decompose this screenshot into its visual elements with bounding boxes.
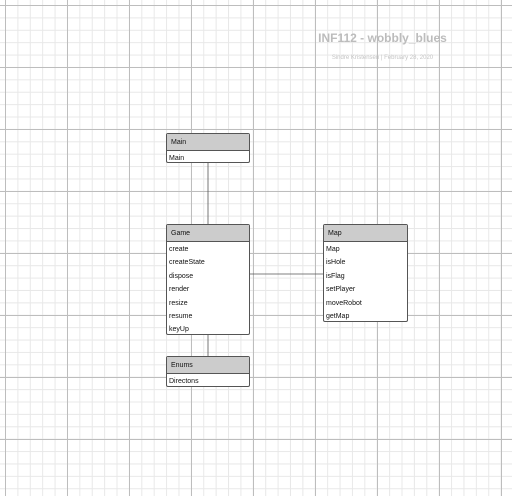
class-map[interactable]: Map Map isHole isFlag setPlayer moveRobo… (323, 224, 408, 322)
class-map-members: Map isHole isFlag setPlayer moveRobot ge… (324, 242, 407, 323)
class-member: Directons (169, 378, 199, 385)
class-member: render (169, 286, 190, 294)
class-member: getMap (326, 312, 350, 320)
class-member: dispose (169, 272, 194, 280)
class-enums[interactable]: Enums Directons (166, 356, 250, 387)
class-map-name: Map (324, 225, 407, 242)
class-main-name: Main (167, 134, 249, 151)
class-enums-name: Enums (167, 357, 249, 374)
class-game[interactable]: Game create createState dispose render r… (166, 224, 250, 335)
class-game-members: create createState dispose render resize… (167, 242, 249, 337)
class-member: resize (169, 299, 188, 307)
class-member: createState (169, 259, 205, 267)
connector-layer (207, 163, 324, 357)
class-member: keyUp (169, 326, 189, 334)
class-main[interactable]: Main Main (166, 133, 250, 163)
diagram-canvas[interactable]: INF112 - wobbly_blues Sindre Kristensen … (0, 0, 512, 496)
class-member: isFlag (326, 272, 345, 280)
class-main-members: Main (167, 151, 249, 165)
class-game-name: Game (167, 225, 249, 242)
class-member: Map (326, 246, 340, 253)
class-member: moveRobot (326, 299, 362, 307)
class-enums-members: Directons (167, 374, 249, 388)
class-member: setPlayer (326, 286, 356, 294)
class-member: Main (169, 155, 185, 162)
class-member: resume (169, 312, 193, 320)
class-member: create (169, 246, 189, 253)
class-member: isHole (326, 259, 346, 267)
